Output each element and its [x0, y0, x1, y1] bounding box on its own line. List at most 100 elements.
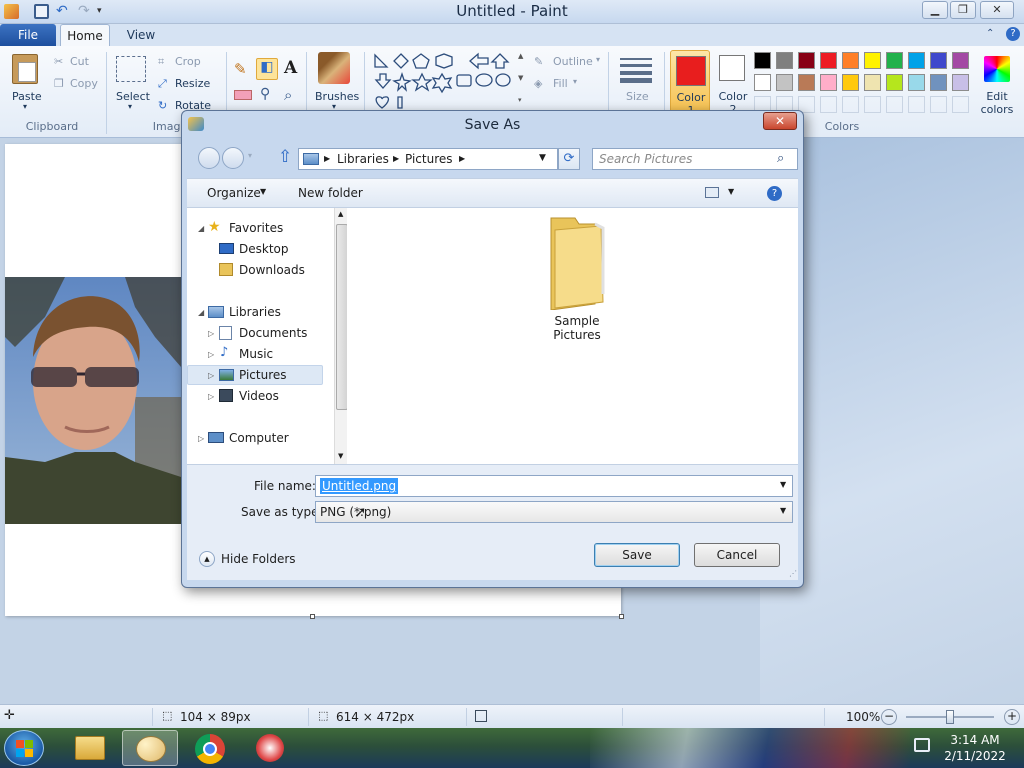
collapse-icon[interactable]: ▷: [208, 350, 214, 359]
taskbar-paint[interactable]: [122, 730, 178, 766]
outline-button[interactable]: Outline: [553, 55, 593, 68]
close-dialog-button[interactable]: ✕: [763, 112, 797, 130]
collapse-icon[interactable]: ▷: [198, 434, 204, 443]
color-swatch[interactable]: [952, 74, 969, 91]
custom-color-slot[interactable]: [952, 96, 969, 113]
tree-item-desktop[interactable]: Desktop: [187, 239, 327, 259]
color-swatch[interactable]: [842, 52, 859, 69]
close-window-button[interactable]: ✕: [980, 1, 1014, 19]
view-icon[interactable]: [705, 187, 719, 198]
organize-dropdown-icon[interactable]: ▼: [260, 187, 266, 196]
size-button[interactable]: Size: [626, 90, 649, 103]
address-bar[interactable]: ▶ Libraries ▶ Pictures ▶ ▼: [298, 148, 558, 170]
recent-pages-icon[interactable]: ▾: [248, 151, 252, 160]
collapse-icon[interactable]: ▷: [208, 392, 214, 401]
color-swatch[interactable]: [886, 52, 903, 69]
custom-color-slot[interactable]: [864, 96, 881, 113]
tree-item-favorites[interactable]: ◢ ★ Favorites: [187, 218, 327, 238]
minimize-button[interactable]: ▁: [922, 1, 948, 19]
copy-button[interactable]: Copy: [70, 77, 98, 90]
back-button[interactable]: [198, 147, 220, 169]
scroll-up-icon[interactable]: ▲: [338, 210, 343, 218]
taskbar-explorer[interactable]: [62, 730, 118, 766]
file-name-dropdown-icon[interactable]: ▼: [780, 480, 786, 489]
eraser-icon[interactable]: [234, 90, 252, 100]
zoom-slider[interactable]: [906, 710, 994, 724]
expand-icon[interactable]: ◢: [198, 224, 204, 233]
color-swatch[interactable]: [798, 74, 815, 91]
search-input[interactable]: Search Pictures ⌕: [592, 148, 798, 170]
zoom-slider-thumb[interactable]: [946, 710, 954, 724]
folder-sample-pictures[interactable]: Sample Pictures: [527, 214, 627, 342]
help-icon[interactable]: ?: [1006, 27, 1020, 41]
forward-button[interactable]: [222, 147, 244, 169]
hide-folders-button[interactable]: ▲ Hide Folders: [199, 549, 299, 569]
file-name-input[interactable]: Untitled.png ▼: [315, 475, 793, 497]
search-icon[interactable]: ⌕: [777, 151, 784, 166]
cut-button[interactable]: Cut: [70, 55, 89, 68]
save-type-dropdown-icon[interactable]: ▼: [780, 506, 786, 515]
color1-button[interactable]: Color 1: [670, 50, 710, 117]
custom-color-slot[interactable]: [842, 96, 859, 113]
shapes-more-icon[interactable]: ▾: [518, 96, 522, 104]
tab-file[interactable]: File: [0, 24, 56, 46]
crop-button[interactable]: Crop: [175, 55, 201, 68]
breadcrumb-pictures[interactable]: Pictures: [405, 152, 453, 166]
custom-color-slot[interactable]: [820, 96, 837, 113]
color-swatch[interactable]: [864, 74, 881, 91]
taskbar-chrome[interactable]: [182, 730, 238, 766]
tab-view[interactable]: View: [118, 24, 164, 46]
scroll-down-icon[interactable]: ▼: [338, 452, 343, 460]
custom-color-slot[interactable]: [930, 96, 947, 113]
clock[interactable]: 3:14 AM 2/11/2022: [940, 732, 1010, 764]
size-icon[interactable]: [620, 56, 652, 84]
start-button[interactable]: [4, 730, 44, 766]
color-swatch[interactable]: [908, 52, 925, 69]
color-swatch[interactable]: [754, 74, 771, 91]
organize-button[interactable]: Organize: [207, 186, 261, 200]
collapse-icon[interactable]: ▷: [208, 371, 214, 380]
pencil-icon[interactable]: ✎: [234, 60, 252, 78]
shapes-gallery[interactable]: [372, 52, 512, 114]
tab-home[interactable]: Home: [60, 24, 110, 46]
color-swatch[interactable]: [864, 52, 881, 69]
color-swatch[interactable]: [798, 52, 815, 69]
select-button[interactable]: Select: [116, 90, 150, 103]
text-tool-icon[interactable]: A: [284, 58, 297, 78]
network-icon[interactable]: [914, 738, 930, 752]
select-dropdown-icon[interactable]: ▾: [128, 102, 132, 111]
resize-handle[interactable]: [619, 614, 624, 619]
zoom-out-button[interactable]: −: [881, 709, 897, 725]
tree-item-documents[interactable]: ▷ Documents: [187, 323, 327, 343]
tree-item-pictures[interactable]: ▷ Pictures: [187, 365, 323, 385]
color-swatch[interactable]: [930, 52, 947, 69]
zoom-in-button[interactable]: +: [1004, 709, 1020, 725]
color-swatch[interactable]: [908, 74, 925, 91]
tree-item-libraries[interactable]: ◢ Libraries: [187, 302, 327, 322]
color-swatch[interactable]: [776, 52, 793, 69]
fill-button[interactable]: Fill: [553, 77, 568, 90]
color2-button[interactable]: Color 2: [714, 50, 754, 116]
collapse-icon[interactable]: ▷: [208, 329, 214, 338]
color-swatch[interactable]: [952, 52, 969, 69]
up-folder-icon[interactable]: ⇧: [278, 147, 292, 167]
color-picker-icon[interactable]: ⚲: [260, 86, 270, 102]
custom-color-slot[interactable]: [908, 96, 925, 113]
new-folder-button[interactable]: New folder: [298, 186, 363, 200]
color-swatch[interactable]: [930, 74, 947, 91]
tree-item-downloads[interactable]: Downloads: [187, 260, 327, 280]
resize-button[interactable]: Resize: [175, 77, 210, 90]
taskbar-app[interactable]: [242, 730, 298, 766]
color-swatch[interactable]: [886, 74, 903, 91]
breadcrumb-libraries[interactable]: Libraries: [337, 152, 389, 166]
help-icon[interactable]: ?: [767, 186, 782, 201]
fill-dropdown-icon[interactable]: ▾: [573, 77, 577, 86]
outline-dropdown-icon[interactable]: ▾: [596, 55, 600, 64]
paste-button[interactable]: [10, 52, 40, 84]
color-swatch[interactable]: [754, 52, 771, 69]
resize-grip-icon[interactable]: ⋰: [789, 569, 797, 578]
color-swatch[interactable]: [776, 74, 793, 91]
expand-icon[interactable]: ◢: [198, 308, 204, 317]
select-icon[interactable]: [116, 56, 146, 82]
shapes-scroll-up-icon[interactable]: ▲: [518, 52, 523, 60]
